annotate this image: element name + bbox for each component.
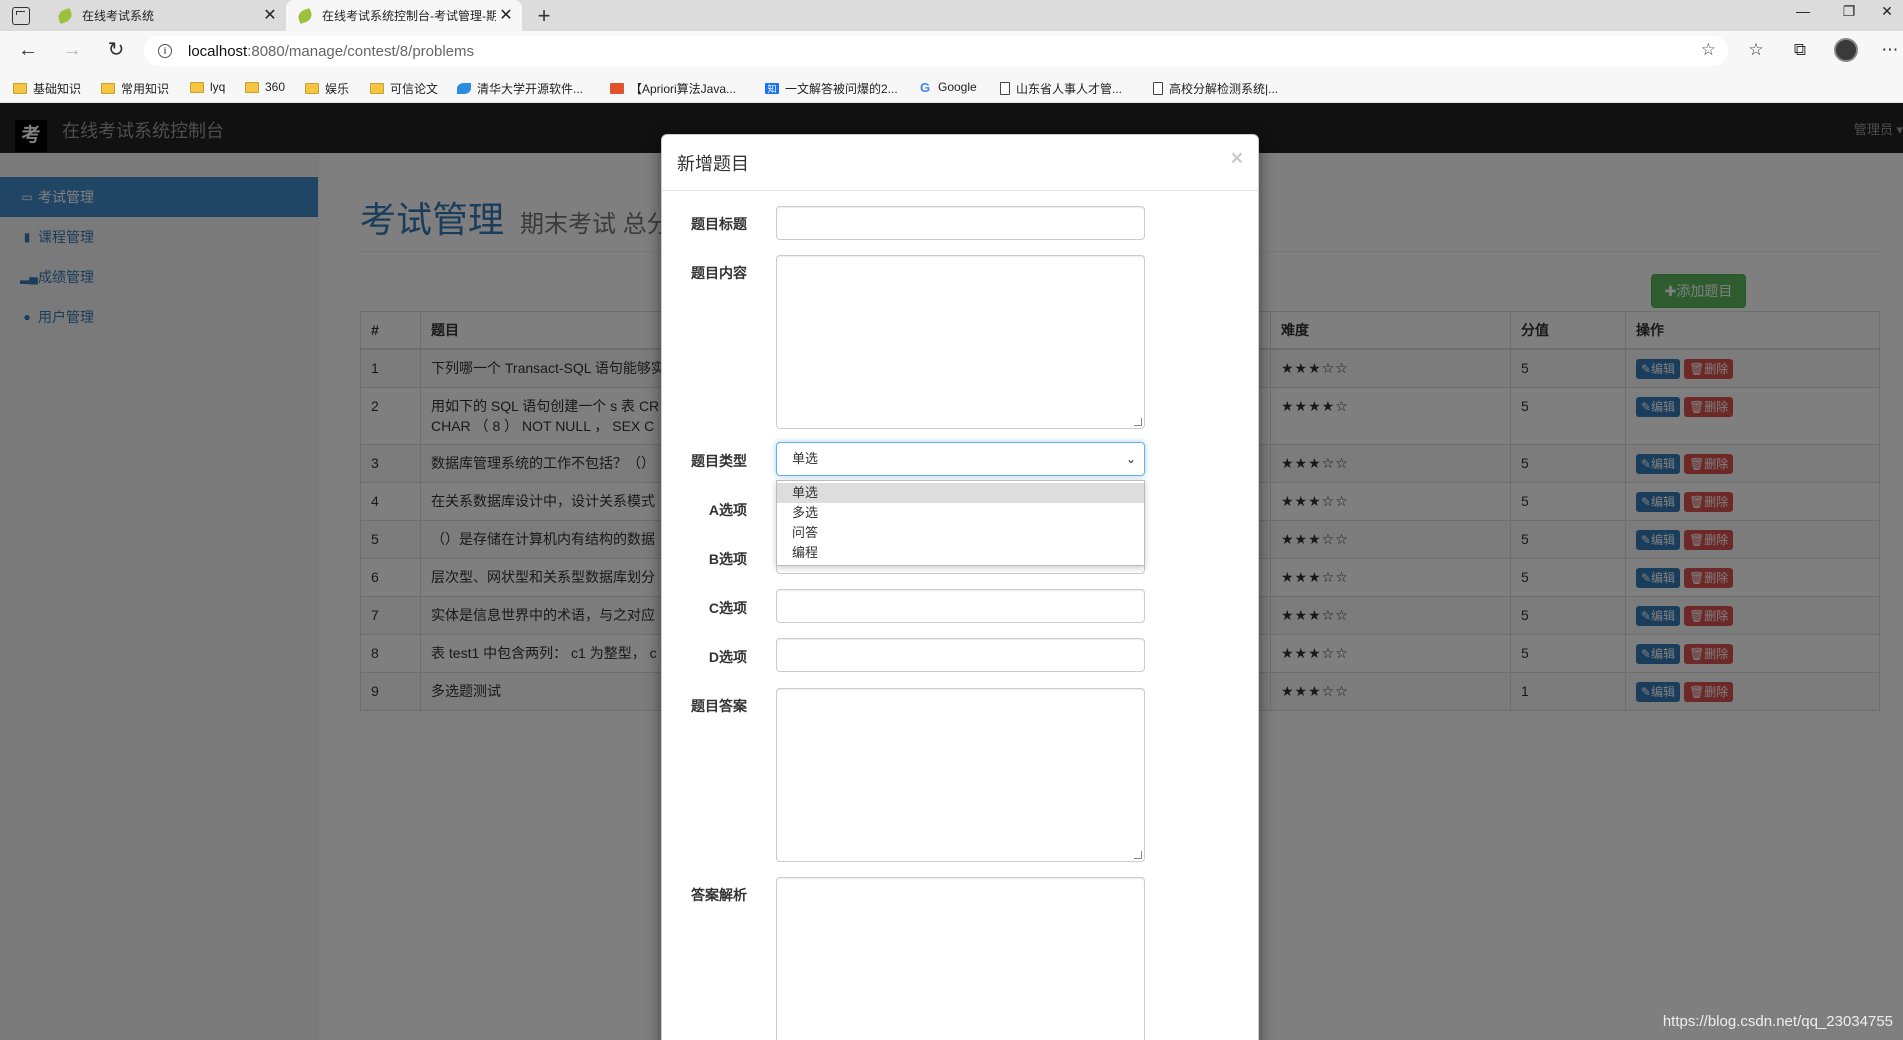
bookmark-item[interactable]: 高校分解检测系统|... [1153,80,1278,97]
bookmark-item[interactable]: 可信论文 [370,80,438,97]
browser-tab-active[interactable]: 在线考试系统控制台-考试管理-期末考试 ✕ [286,0,522,31]
answer-label: 题目答案 [691,698,747,714]
bookmark-item[interactable]: lyq [190,80,225,94]
tuna-icon [457,83,471,94]
resize-grip-icon[interactable] [1134,418,1142,426]
leaf-favicon-icon [56,7,74,24]
window-close-icon[interactable]: ✕ [1872,3,1902,20]
bookmark-item[interactable]: 360 [245,80,285,94]
tab-title: 在线考试系统控制台-考试管理-期末考试 [322,9,496,23]
folder-icon [13,83,27,94]
tab-close-icon[interactable]: ✕ [496,7,516,24]
browser-tab-bar: 在线考试系统 ✕ 在线考试系统控制台-考试管理-期末考试 ✕ + — ❐ ✕ [0,0,1903,31]
option-d-input[interactable] [776,638,1145,672]
bookmark-item[interactable]: 山东省人事人才管... [1000,80,1122,97]
bookmark-item[interactable]: 清华大学开源软件... [457,80,583,97]
tab-close-icon[interactable]: ✕ [260,7,280,24]
page-icon [1000,82,1010,95]
type-option[interactable]: 问答 [777,523,1144,543]
option-a-label: A选项 [708,502,747,518]
resize-grip-icon[interactable] [1134,851,1142,859]
leaf-favicon-icon [296,7,314,24]
problem-type-dropdown: 单选 多选 问答 编程 [776,480,1145,566]
jianshu-icon [610,83,624,94]
option-d-label: D选项 [708,649,747,665]
bookmark-item[interactable]: 基础知识 [13,80,81,97]
collections-icon[interactable]: ⧉ [1788,40,1812,60]
browser-toolbar: ← → ↻ i localhost:8080/manage/contest/8/… [0,31,1903,71]
option-c-input[interactable] [776,589,1145,623]
address-bar[interactable]: i localhost:8080/manage/contest/8/proble… [144,36,1728,66]
favorite-star-icon[interactable]: ☆ [1701,40,1716,60]
add-problem-modal: 新增题目 × 题目标题 题目内容 题目类型 单选 ⌄ 单选 多选 问答 编程 A… [661,134,1259,1040]
content-label: 题目内容 [691,265,747,281]
watermark: https://blog.csdn.net/qq_23034755 [1662,1013,1893,1030]
google-icon: G [920,79,931,95]
bookmark-item[interactable]: 常用知识 [101,80,169,97]
answer-textarea[interactable] [776,688,1145,862]
analysis-textarea[interactable] [776,877,1145,1040]
page-icon [1153,82,1163,95]
favorites-icon[interactable]: ☆ [1744,40,1768,60]
problem-title-input[interactable] [776,206,1145,240]
problem-content-textarea[interactable] [776,255,1145,429]
bookmark-item[interactable]: G Google [920,80,977,94]
folder-icon [101,83,115,94]
site-info-icon[interactable]: i [158,44,172,58]
chevron-down-icon: ⌄ [1125,452,1136,466]
zhihu-icon: 知 [765,83,779,94]
profile-avatar[interactable] [1834,38,1858,62]
reload-icon[interactable]: ↻ [103,39,129,61]
type-option[interactable]: 多选 [777,503,1144,523]
bookmark-item[interactable]: 【Apriori算法Java... [610,80,736,97]
modal-close-icon[interactable]: × [1231,147,1243,171]
analysis-label: 答案解析 [691,887,747,903]
back-icon[interactable]: ← [15,39,41,61]
forward-icon[interactable]: → [59,39,85,61]
bookmarks-bar: 基础知识 常用知识 lyq 360 娱乐 可信论文 清华大学开源软件... 【A… [0,71,1903,103]
folder-icon [305,83,319,94]
type-option[interactable]: 单选 [777,483,1144,503]
title-label: 题目标题 [691,216,747,232]
bookmark-item[interactable]: 知一文解答被问爆的2... [765,80,898,97]
type-label: 题目类型 [691,453,747,469]
option-c-label: C选项 [708,600,747,616]
tab-title: 在线考试系统 [82,9,155,23]
folder-icon [245,81,259,93]
minimize-icon[interactable]: — [1788,3,1818,19]
tab-actions-icon[interactable] [12,7,30,25]
modal-header: 新增题目 × [662,135,1258,191]
bookmark-item[interactable]: 娱乐 [305,80,349,97]
problem-type-select[interactable]: 单选 ⌄ [776,442,1145,476]
address-url[interactable]: localhost:8080/manage/contest/8/problems [188,43,474,60]
more-menu-icon[interactable]: ⋯ [1878,40,1902,60]
restore-icon[interactable]: ❐ [1834,3,1864,20]
folder-icon [370,83,384,94]
folder-icon [190,81,204,93]
type-option[interactable]: 编程 [777,543,1144,563]
option-b-label: B选项 [708,551,747,567]
new-tab-icon[interactable]: + [532,3,556,29]
browser-tab[interactable]: 在线考试系统 ✕ [46,0,286,31]
modal-title: 新增题目 [677,154,749,174]
